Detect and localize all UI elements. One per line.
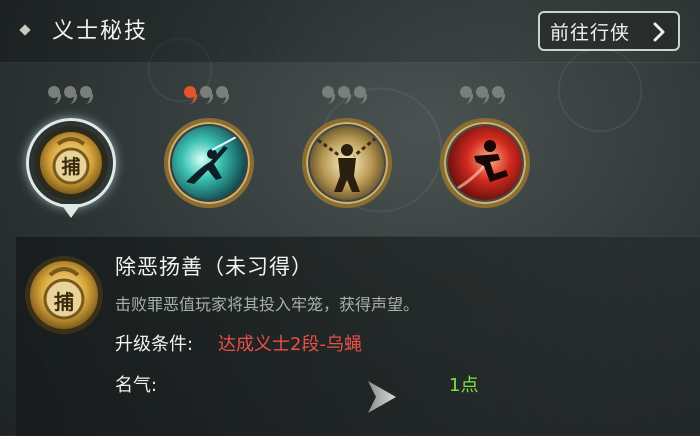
- skill-1-level-dots: [48, 86, 93, 108]
- goto-xingxia-button[interactable]: 前往行侠: [538, 11, 680, 51]
- skill-name: 除恶扬善（未习得）: [115, 255, 313, 279]
- chevron-right-icon: [653, 22, 665, 42]
- chained-figure-icon: [310, 126, 384, 200]
- level-dot: [216, 86, 229, 104]
- svg-text:捕: 捕: [61, 155, 80, 178]
- arrow-right-icon: [368, 381, 396, 413]
- level-dot: [64, 86, 77, 104]
- page-title: 义士秘技: [52, 19, 149, 44]
- skill-slot-1[interactable]: 捕: [26, 118, 116, 208]
- skill-slot-4[interactable]: [440, 118, 530, 208]
- fame-label: 名气:: [115, 375, 158, 396]
- level-dot: [492, 86, 505, 104]
- level-dot-active: [184, 86, 197, 104]
- level-dot: [476, 86, 489, 104]
- skill-badge-icon: 捕: [24, 255, 104, 335]
- fame-value: 1点: [449, 375, 479, 396]
- flying-kick-icon: [448, 126, 522, 200]
- skill-2-level-dots: [184, 86, 229, 108]
- goto-button-label: 前往行侠: [550, 21, 631, 44]
- sword-dash-icon: [172, 126, 246, 200]
- level-dot: [338, 86, 351, 104]
- level-dot: [200, 86, 213, 104]
- skill-description: 击败罪恶值玩家将其投入牢笼，获得声望。: [115, 295, 420, 314]
- level-dot: [48, 86, 61, 104]
- skill-slot-2[interactable]: [164, 118, 254, 208]
- skill-3-level-dots: [322, 86, 367, 108]
- diamond-icon: [19, 24, 31, 36]
- capture-seal-icon: 捕: [34, 126, 108, 200]
- level-dot: [354, 86, 367, 104]
- level-dot: [322, 86, 335, 104]
- level-dot: [460, 86, 473, 104]
- skill-slot-3[interactable]: [302, 118, 392, 208]
- header-bar: 义士秘技 前往行侠: [0, 0, 700, 63]
- selection-pointer: [61, 204, 81, 218]
- badge-char: 捕: [54, 290, 74, 314]
- level-dot: [80, 86, 93, 104]
- upgrade-condition-value: 达成义士2段-乌蝇: [218, 334, 362, 355]
- upgrade-condition-label: 升级条件:: [115, 334, 194, 355]
- skill-4-level-dots: [460, 86, 505, 108]
